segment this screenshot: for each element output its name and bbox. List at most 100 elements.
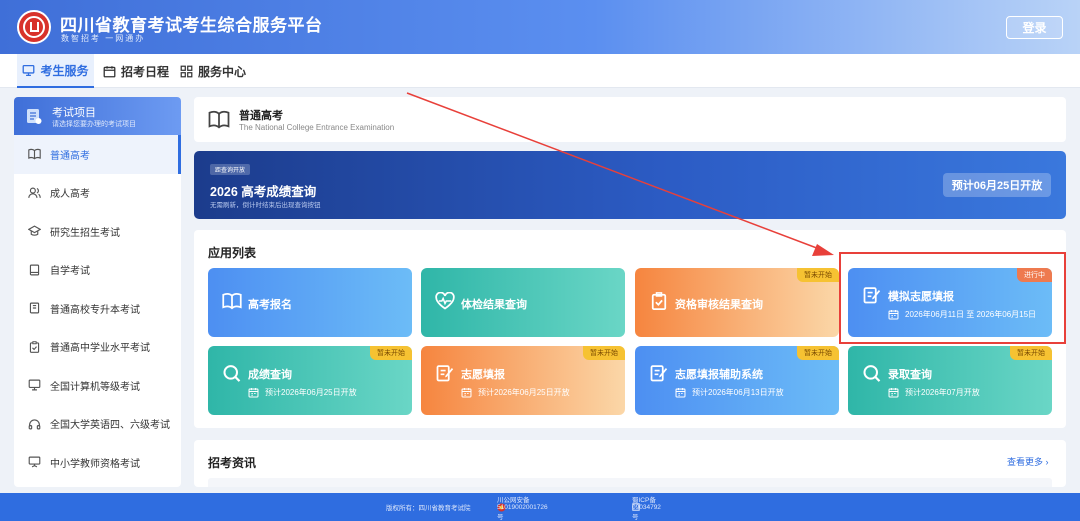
footer-icp-text: 蜀ICP备09034792号 — [632, 496, 661, 521]
nav-tab-schedule[interactable]: 招考日程 — [103, 54, 169, 88]
news-title: 招考资讯 — [208, 456, 257, 470]
app-tile-name: 志愿填报 — [461, 369, 505, 381]
app-tile-date: 预计2026年06月13日开放 — [675, 387, 784, 398]
status-badge: 暂未开始 — [797, 346, 839, 360]
sidebar-item-label: 普通高考 — [50, 150, 90, 162]
status-badge: 暂未开始 — [797, 268, 839, 282]
status-badge: 暂未开始 — [1010, 346, 1052, 360]
app-tile-date: 预计2026年06月25日开放 — [461, 387, 570, 398]
sidebar-item-label: 自学考试 — [50, 266, 90, 278]
open-date-button[interactable]: 预计06月25日开放 — [943, 173, 1051, 197]
sidebar-item-label: 全国计算机等级考试 — [50, 381, 140, 393]
headphones-icon — [28, 419, 41, 430]
graduation-cap-icon — [28, 225, 41, 236]
edit-note-icon — [863, 287, 881, 304]
sidebar-item-postgraduate[interactable]: 研究生招生考试 — [14, 212, 181, 251]
sidebar-item-label: 成人高考 — [50, 189, 90, 201]
sidebar-item-teacher-cert[interactable]: 中小学教师资格考试 — [14, 443, 181, 482]
app-tile-application-assistant[interactable]: 暂未开始 志愿填报辅助系统 预计2026年06月13日开放 — [635, 346, 839, 415]
nav-tab-exam-services[interactable]: 考生服务 — [17, 54, 94, 88]
nav-tab-service-center[interactable]: 服务中心 — [180, 54, 246, 88]
app-tile-physical-exam[interactable]: 体检结果查询 — [421, 268, 625, 337]
edit-note-icon — [650, 365, 668, 382]
app-tile-name: 志愿填报辅助系统 — [675, 369, 763, 381]
nav-tab-label: 招考日程 — [121, 64, 170, 79]
app-tile-admission-query[interactable]: 暂未开始 录取查询 预计2026年07月开放 — [848, 346, 1052, 415]
main-nav: 考生服务 招考日程 服务中心 — [0, 54, 1080, 88]
footer-police: 川公网安备 51019002001726号 — [497, 497, 548, 521]
sidebar-item-label: 普通高中学业水平考试 — [50, 343, 150, 355]
calendar-icon — [103, 65, 116, 77]
app-tile-name: 高考报名 — [248, 299, 292, 311]
sidebar-item-adult-exam[interactable]: 成人高考 — [14, 174, 181, 213]
calendar-icon — [248, 388, 259, 398]
chevron-right-icon: › — [1045, 457, 1049, 467]
site-header: 四川省教育考试考生综合服务平台 数智招考 一网通办 登录 — [0, 0, 1080, 54]
sidebar-item-academic-test[interactable]: 普通高中学业水平考试 — [14, 328, 181, 367]
site-footer: 版权所有：四川省教育考试院 川公网安备 51019002001726号 蜀ICP… — [0, 493, 1080, 521]
status-badge: 暂未开始 — [583, 346, 625, 360]
app-list-title: 应用列表 — [208, 246, 257, 260]
app-tile-name: 成绩查询 — [248, 369, 292, 381]
app-tile-date-text: 预计2026年06月25日开放 — [478, 388, 570, 397]
app-list-card: 应用列表 高考报名 体检结果查询 暂未开始 资格审核结果查询 进行中 模拟志愿填… — [194, 230, 1066, 428]
app-tile-name: 资格审核结果查询 — [675, 299, 763, 311]
app-tile-registration[interactable]: 高考报名 — [208, 268, 412, 337]
score-query-banner: 距查询开放 2026 高考成绩查询 无需刷新，倒计时结束后出现查询按钮 预计06… — [194, 151, 1066, 219]
exam-list-icon — [27, 109, 42, 124]
login-button[interactable]: 登录 — [1006, 16, 1063, 39]
search-icon — [223, 365, 241, 382]
grid-icon — [180, 65, 193, 77]
view-more-label: 查看更多 — [1007, 457, 1044, 467]
calendar-icon — [888, 310, 899, 320]
search-icon — [863, 365, 881, 382]
app-tile-date: 预计2026年07月开放 — [888, 387, 980, 398]
app-tile-date-text: 预计2026年07月开放 — [905, 388, 980, 397]
nav-tab-label: 考生服务 — [40, 63, 89, 78]
clipboard-check-icon — [651, 292, 667, 310]
logo — [17, 10, 51, 44]
app-tile-application[interactable]: 暂未开始 志愿填报 预计2026年06月25日开放 — [421, 346, 625, 415]
status-badge: 暂未开始 — [370, 346, 412, 360]
sidebar-item-gaokao[interactable]: 普通高考 — [14, 135, 181, 174]
book-icon — [208, 110, 230, 129]
view-more-link[interactable]: 查看更多 › — [1007, 455, 1049, 468]
banner-title: 2026 高考成绩查询 — [210, 185, 317, 199]
users-icon — [28, 187, 41, 198]
site-subtitle: 数智招考 一网通办 — [61, 34, 146, 43]
news-card: 招考资讯 查看更多 › — [194, 440, 1066, 487]
sidebar-item-label: 普通高校专升本考试 — [50, 304, 140, 316]
notebook-icon — [29, 264, 40, 276]
monitor-icon — [23, 64, 35, 76]
app-tile-date: 2026年06月11日 至 2026年06月15日 — [888, 309, 1036, 320]
app-tile-name: 模拟志愿填报 — [888, 291, 954, 303]
monitor-icon — [28, 379, 41, 391]
sidebar-item-cet[interactable]: 全国大学英语四、六级考试 — [14, 405, 181, 444]
footer-police-text: 川公网安备 51019002001726号 — [497, 496, 548, 521]
app-tile-mock-application[interactable]: 进行中 模拟志愿填报 2026年06月11日 至 2026年06月15日 — [848, 268, 1052, 337]
sidebar-title: 考试项目 — [52, 107, 96, 119]
calendar-icon — [888, 388, 899, 398]
sidebar-item-self-study[interactable]: 自学考试 — [14, 251, 181, 290]
clipboard-check-icon — [29, 340, 40, 353]
sidebar-item-label: 全国大学英语四、六级考试 — [50, 420, 170, 432]
book-icon — [28, 149, 41, 160]
exam-sidebar: 考试项目 请选择您要办理的考试项目 普通高考 成人高考 研究生招生考试 自学考试… — [14, 97, 181, 487]
sidebar-subtitle: 请选择您要办理的考试项目 — [52, 121, 136, 128]
presentation-icon — [28, 456, 41, 468]
app-tile-date-text: 预计2026年06月25日开放 — [265, 388, 357, 397]
book-icon — [222, 293, 242, 310]
exam-title: 普通高考 — [239, 110, 283, 122]
sidebar-header: 考试项目 请选择您要办理的考试项目 — [14, 97, 181, 135]
calendar-icon — [461, 388, 472, 398]
app-tile-date-text: 预计2026年06月13日开放 — [692, 388, 784, 397]
sidebar-item-label: 中小学教师资格考试 — [50, 458, 140, 470]
app-tile-name: 体检结果查询 — [461, 299, 527, 311]
app-tile-score-query[interactable]: 暂未开始 成绩查询 预计2026年06月25日开放 — [208, 346, 412, 415]
app-tile-qualification[interactable]: 暂未开始 资格审核结果查询 — [635, 268, 839, 337]
countdown-tag: 距查询开放 — [210, 164, 251, 175]
app-tile-date: 预计2026年06月25日开放 — [248, 387, 357, 398]
sidebar-item-computer-test[interactable]: 全国计算机等级考试 — [14, 366, 181, 405]
exam-header-card: 普通高考 The National College Entrance Exami… — [194, 97, 1066, 142]
sidebar-item-upgrade-exam[interactable]: 普通高校专升本考试 — [14, 289, 181, 328]
